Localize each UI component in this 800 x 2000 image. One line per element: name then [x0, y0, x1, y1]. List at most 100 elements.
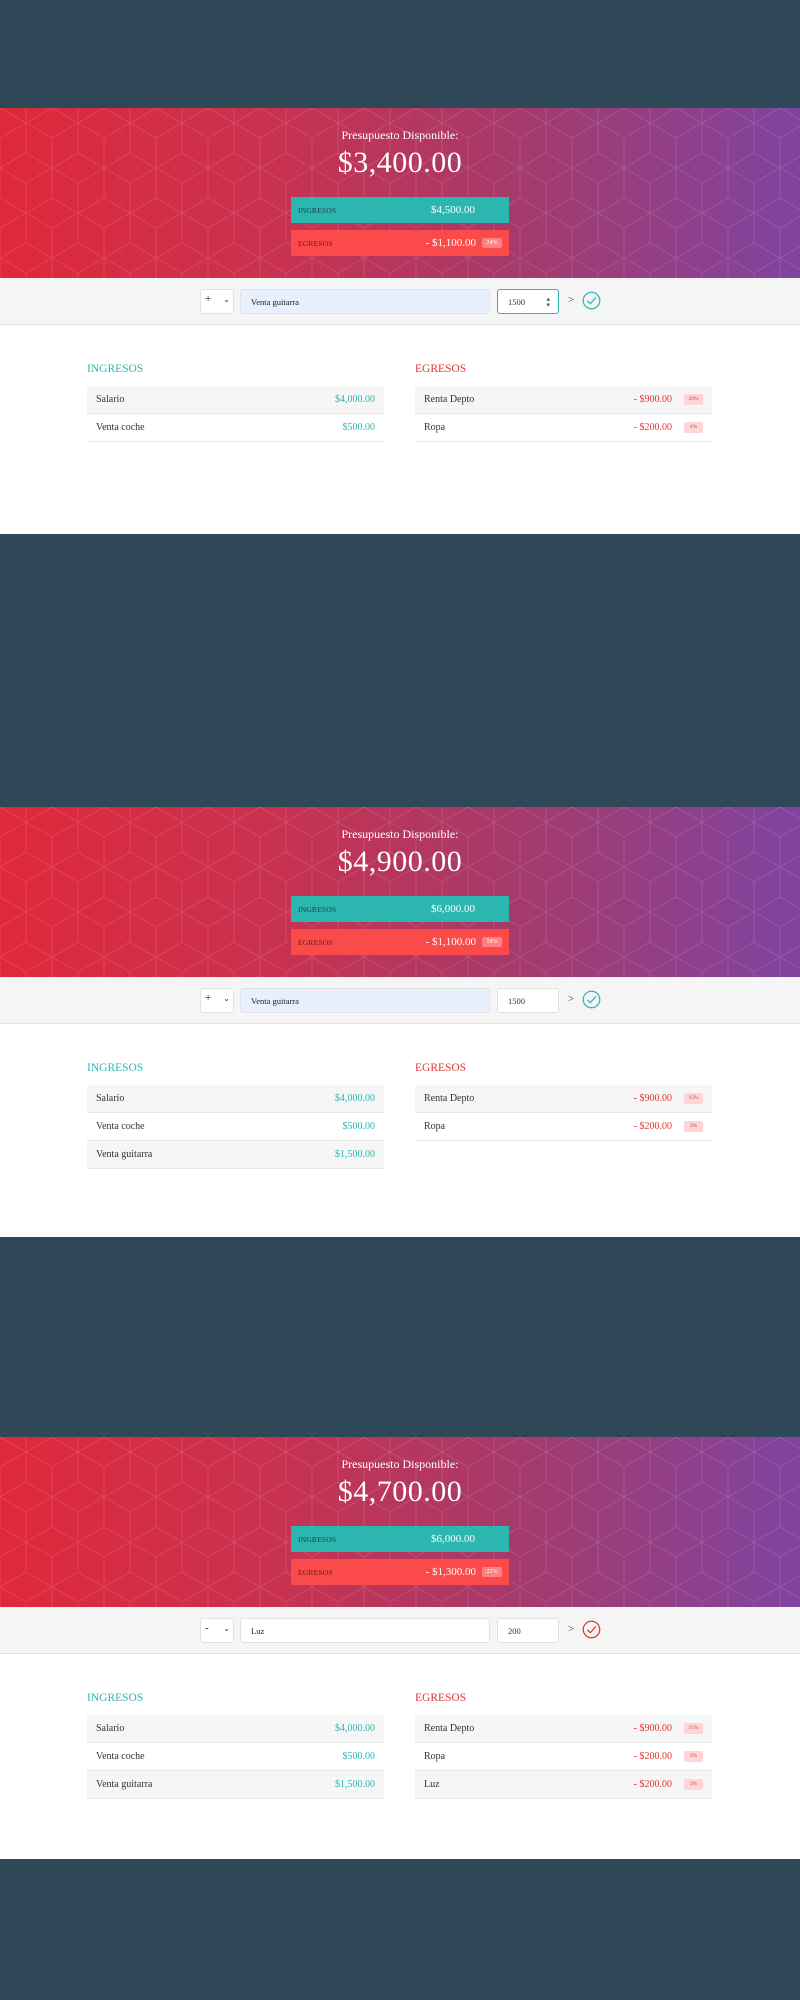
expense-list-title: Egresos — [415, 1692, 467, 1704]
expense-row[interactable]: Renta Depto - $900.00 15% — [415, 1085, 712, 1113]
type-select[interactable]: + ⌄ — [200, 289, 234, 314]
expense-summary: Egresos - $1,300.00 22% — [291, 1559, 509, 1585]
budget-screen: Presupuesto Disponible: $4,700.00 Ingresos… — [0, 1437, 800, 1859]
expense-row[interactable]: Ropa - $200.00 4% — [415, 414, 712, 442]
check-circle-icon[interactable] — [582, 990, 601, 1009]
income-summary-label: Ingresos — [298, 205, 337, 215]
expense-summary-label: Egresos — [298, 1567, 333, 1577]
budget-header: Presupuesto Disponible: $3,400.00 Ingresos… — [0, 108, 800, 278]
expense-value: - $200.00 — [633, 422, 672, 433]
amount-input[interactable]: 1500 — [497, 988, 559, 1013]
expense-summary-value: - $1,100.00 — [425, 237, 476, 249]
expense-row[interactable]: Luz - $200.00 3% — [415, 1771, 712, 1799]
income-list-title: Ingresos — [87, 363, 144, 375]
available-budget: $4,700.00 — [337, 1475, 463, 1508]
expense-percentage-badge: 3% — [684, 1121, 703, 1132]
expense-value: - $200.00 — [633, 1751, 672, 1762]
income-rows: Salario $4,000.00 Venta coche $500.00 Venta … — [87, 1715, 384, 1799]
expense-name: Ropa — [424, 1751, 446, 1762]
spinner-arrows-icon[interactable]: ▴ ▾ — [546, 296, 550, 309]
income-rows: Salario $4,000.00 Venta coche $500.00 Venta … — [87, 1085, 384, 1169]
type-select-value: + — [205, 992, 212, 1004]
type-select[interactable]: + ⌄ — [200, 988, 234, 1013]
entries-container: Ingresos Salario $4,000.00 Venta coche $500.… — [0, 325, 800, 534]
expense-percentage-badge: 3% — [684, 1779, 703, 1790]
entries-container: Ingresos Salario $4,000.00 Venta coche $500.… — [0, 1654, 800, 1859]
expense-name: Ropa — [424, 1121, 446, 1132]
expense-percentage-badge: 15% — [684, 1723, 703, 1734]
income-name: Venta coche — [96, 1751, 145, 1762]
income-row[interactable]: Venta guitarra $1,500.00 — [87, 1771, 384, 1799]
expense-percentage-badge: 15% — [684, 1093, 703, 1104]
check-circle-icon[interactable] — [582, 291, 601, 310]
expense-value: - $900.00 — [633, 1093, 672, 1104]
budget-header: Presupuesto Disponible: $4,900.00 Ingresos… — [0, 807, 800, 977]
description-input[interactable]: Venta guitarra — [240, 289, 490, 314]
amount-input[interactable]: 200 — [497, 1618, 559, 1643]
amount-value: 1500 — [508, 996, 525, 1006]
expense-summary-label: Egresos — [298, 238, 333, 248]
income-value: $500.00 — [342, 1751, 376, 1762]
submit-arrow: > — [568, 1623, 575, 1635]
income-summary-value: $4,500.00 — [431, 204, 475, 216]
check-circle-icon[interactable] — [582, 1620, 601, 1639]
income-row[interactable]: Salario $4,000.00 — [87, 1715, 384, 1743]
expense-rows: Renta Depto - $900.00 15% Ropa - $200.00 3% Lu… — [415, 1715, 712, 1799]
expense-list-title: Egresos — [415, 363, 467, 375]
budget-screen: Presupuesto Disponible: $3,400.00 Ingresos… — [0, 108, 800, 534]
expense-summary: Egresos - $1,100.00 18% — [291, 929, 509, 955]
chevron-down-icon: ⌄ — [223, 994, 230, 1003]
amount-input[interactable]: 1500 ▴ ▾ — [497, 289, 559, 314]
income-name: Venta guitarra — [96, 1779, 153, 1790]
expense-list: Egresos Renta Depto - $900.00 20% Ropa - $200… — [415, 363, 712, 442]
income-value: $500.00 — [342, 1121, 376, 1132]
income-list: Ingresos Salario $4,000.00 Venta coche $500.… — [87, 363, 384, 442]
income-row[interactable]: Venta guitarra $1,500.00 — [87, 1141, 384, 1169]
expense-value: - $200.00 — [633, 1121, 672, 1132]
expense-row[interactable]: Ropa - $200.00 3% — [415, 1113, 712, 1141]
expense-list-title: Egresos — [415, 1062, 467, 1074]
income-summary-label: Ingresos — [298, 904, 337, 914]
expense-row[interactable]: Renta Depto - $900.00 20% — [415, 386, 712, 414]
amount-value: 200 — [508, 1626, 521, 1636]
income-list: Ingresos Salario $4,000.00 Venta coche $500.… — [87, 1692, 384, 1799]
income-value: $4,000.00 — [335, 1093, 375, 1104]
type-select[interactable]: - ⌄ — [200, 1618, 234, 1643]
expense-row[interactable]: Renta Depto - $900.00 15% — [415, 1715, 712, 1743]
income-name: Venta coche — [96, 1121, 145, 1132]
description-input[interactable]: Venta guitarra — [240, 988, 490, 1013]
income-name: Venta coche — [96, 422, 145, 433]
income-value: $500.00 — [342, 422, 376, 433]
income-name: Salario — [96, 1723, 125, 1734]
submit-arrow: > — [568, 993, 575, 1005]
expense-name: Renta Depto — [424, 394, 475, 405]
income-value: $4,000.00 — [335, 1723, 375, 1734]
income-row[interactable]: Venta coche $500.00 — [87, 1743, 384, 1771]
expense-list: Egresos Renta Depto - $900.00 15% Ropa - $200… — [415, 1062, 712, 1141]
income-row[interactable]: Venta coche $500.00 — [87, 414, 384, 442]
income-rows: Salario $4,000.00 Venta coche $500.00 — [87, 386, 384, 442]
income-list: Ingresos Salario $4,000.00 Venta coche $500.… — [87, 1062, 384, 1169]
description-input[interactable]: Luz — [240, 1618, 490, 1643]
expense-value: - $200.00 — [633, 1779, 672, 1790]
budget-title: Presupuesto Disponible: — [341, 1457, 459, 1471]
income-value: $1,500.00 — [335, 1149, 375, 1160]
income-list-title: Ingresos — [87, 1062, 144, 1074]
income-value: $4,000.00 — [335, 394, 375, 405]
expense-row[interactable]: Ropa - $200.00 3% — [415, 1743, 712, 1771]
income-row[interactable]: Salario $4,000.00 — [87, 386, 384, 414]
income-summary: Ingresos $6,000.00 — [291, 896, 509, 922]
type-select-value: + — [205, 293, 212, 305]
expense-name: Ropa — [424, 422, 446, 433]
income-list-title: Ingresos — [87, 1692, 144, 1704]
income-name: Salario — [96, 1093, 125, 1104]
expense-value: - $900.00 — [633, 1723, 672, 1734]
income-row[interactable]: Salario $4,000.00 — [87, 1085, 384, 1113]
submit-arrow: > — [568, 294, 575, 306]
income-summary-value: $6,000.00 — [431, 903, 475, 915]
expense-summary-value: - $1,300.00 — [425, 1566, 476, 1578]
expense-rows: Renta Depto - $900.00 20% Ropa - $200.00 4% — [415, 386, 712, 442]
income-row[interactable]: Venta coche $500.00 — [87, 1113, 384, 1141]
income-summary-label: Ingresos — [298, 1534, 337, 1544]
expense-rows: Renta Depto - $900.00 15% Ropa - $200.00 3% — [415, 1085, 712, 1141]
